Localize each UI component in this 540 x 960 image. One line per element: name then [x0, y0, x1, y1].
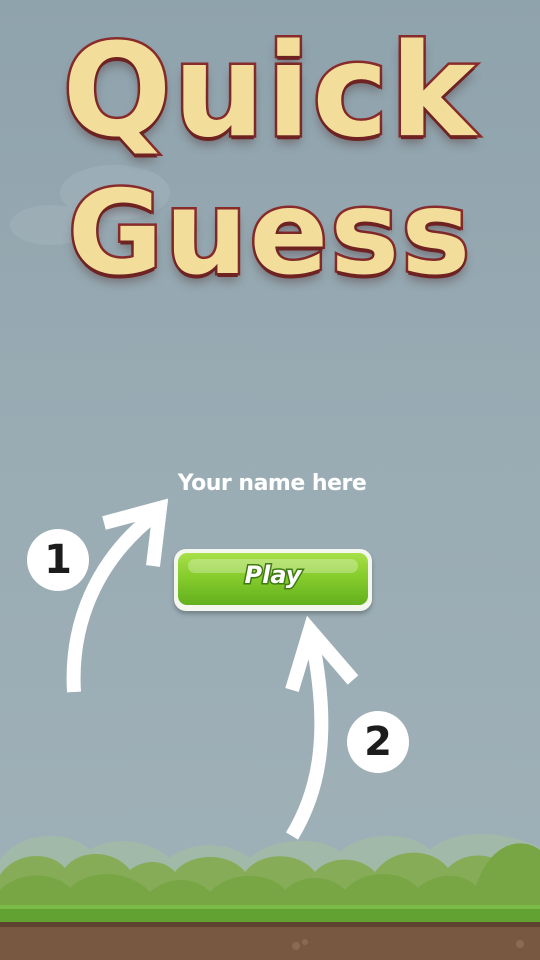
step-2-badge: 2 — [347, 711, 409, 773]
step-1-badge: 1 — [27, 529, 89, 591]
play-button-label: Play — [243, 560, 303, 591]
play-button[interactable]: Play — [174, 549, 372, 611]
player-name-input[interactable] — [170, 462, 374, 504]
game-screen: Quick Guess Play — [0, 0, 540, 960]
arrow-to-play-button — [285, 615, 359, 840]
arrow-to-name-field — [66, 498, 169, 693]
